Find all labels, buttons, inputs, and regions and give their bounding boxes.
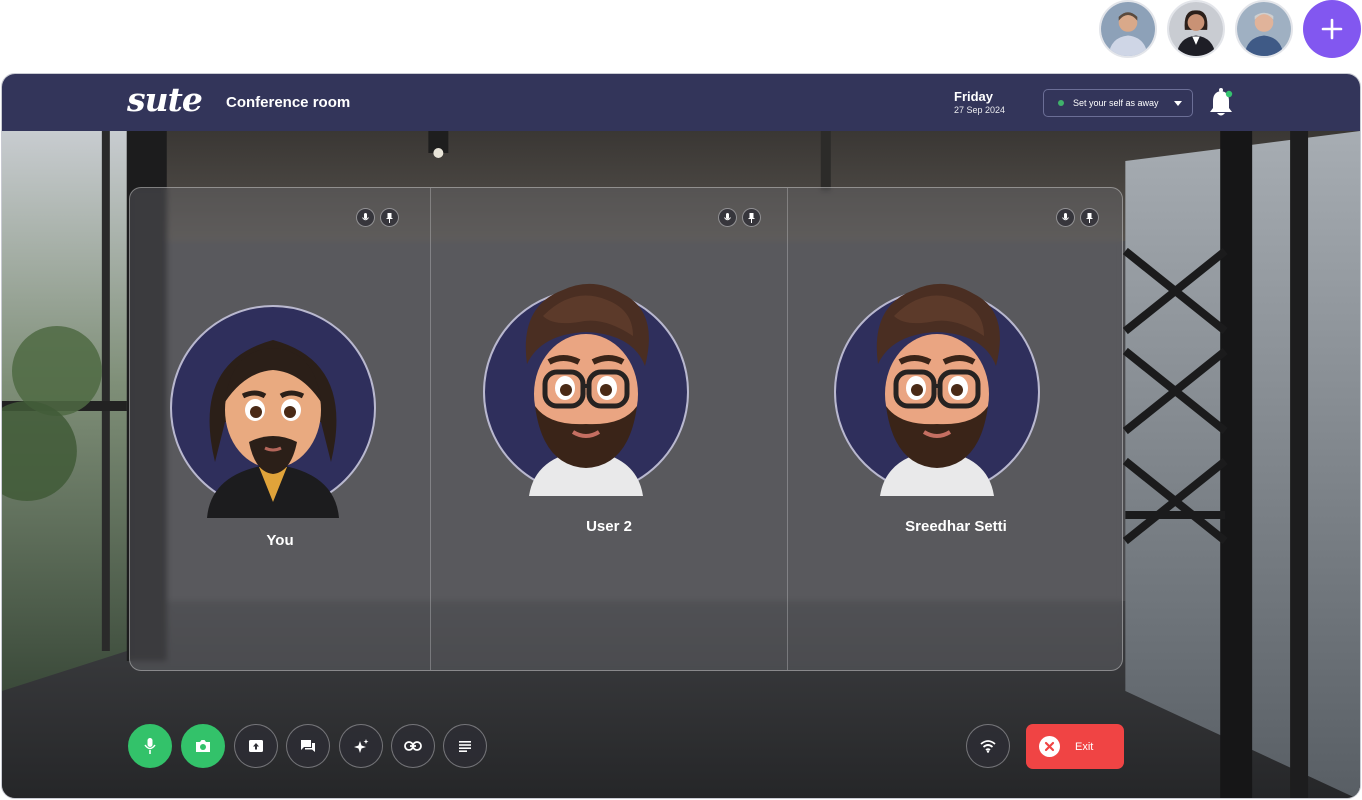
date-full: 27 Sep 2024 [954, 105, 1006, 115]
participant-avatar-3[interactable] [1235, 0, 1293, 58]
share-screen-icon [249, 740, 263, 752]
wifi-icon [980, 740, 996, 753]
conference-window: sute Conference room Friday 27 Sep 2024 … [1, 73, 1361, 799]
mic-icon[interactable] [718, 208, 737, 227]
participants-panel: You User 2 Sreedhar Setti [129, 187, 1123, 671]
glasses-avatar [834, 276, 1040, 496]
exit-label: Exit [1075, 740, 1094, 753]
participant-name: User 2 [586, 518, 632, 535]
status-dot [1058, 100, 1064, 106]
effects-button[interactable] [339, 724, 383, 768]
mic-icon[interactable] [356, 208, 375, 227]
participant-avatar-2[interactable] [1167, 0, 1225, 58]
notes-button[interactable] [443, 724, 487, 768]
participants-strip [1062, 0, 1362, 60]
pin-icon[interactable] [742, 208, 761, 227]
copy-link-button[interactable] [391, 724, 435, 768]
glasses-avatar [483, 276, 689, 496]
chevron-down-icon [1174, 101, 1182, 106]
long-hair-avatar [170, 302, 376, 518]
sute-logo[interactable]: sute [127, 80, 203, 119]
participant-tile-you[interactable]: You [130, 188, 430, 670]
date-day: Friday [954, 89, 994, 104]
mic-icon[interactable] [1056, 208, 1075, 227]
participant-name: Sreedhar Setti [905, 518, 1007, 535]
app-header: sute Conference room Friday 27 Sep 2024 … [2, 74, 1360, 131]
share-screen-button[interactable] [234, 724, 278, 768]
mic-button[interactable] [128, 724, 172, 768]
pin-icon[interactable] [1080, 208, 1099, 227]
room-title: Conference room [226, 94, 351, 111]
exit-button[interactable]: Exit [1026, 724, 1124, 769]
camera-icon [196, 740, 210, 752]
date-display: Friday 27 Sep 2024 [954, 89, 1005, 115]
participant-tile-sreedhar-setti[interactable]: Sreedhar Setti [787, 188, 1122, 670]
add-participant-button[interactable] [1303, 0, 1361, 58]
bell-icon [1210, 88, 1233, 116]
link-icon [404, 741, 422, 751]
plus-icon [1321, 18, 1343, 40]
tile-controls [1056, 208, 1099, 227]
status-label: Set your self as away [1073, 98, 1159, 108]
tile-controls [356, 208, 399, 227]
chat-icon [301, 740, 315, 752]
pin-icon[interactable] [380, 208, 399, 227]
camera-button[interactable] [181, 724, 225, 768]
notes-icon [459, 741, 471, 752]
notifications-button[interactable] [1208, 88, 1234, 118]
status-dropdown[interactable]: Set your self as away [1043, 89, 1193, 117]
participant-name: You [266, 532, 294, 549]
close-icon [1039, 736, 1060, 757]
mic-icon [144, 738, 156, 754]
network-button[interactable] [966, 724, 1010, 768]
participant-tile-user-2[interactable]: User 2 [430, 188, 787, 670]
tile-controls [718, 208, 761, 227]
effects-icon [354, 739, 369, 753]
participant-avatar-1[interactable] [1099, 0, 1157, 58]
chat-button[interactable] [286, 724, 330, 768]
